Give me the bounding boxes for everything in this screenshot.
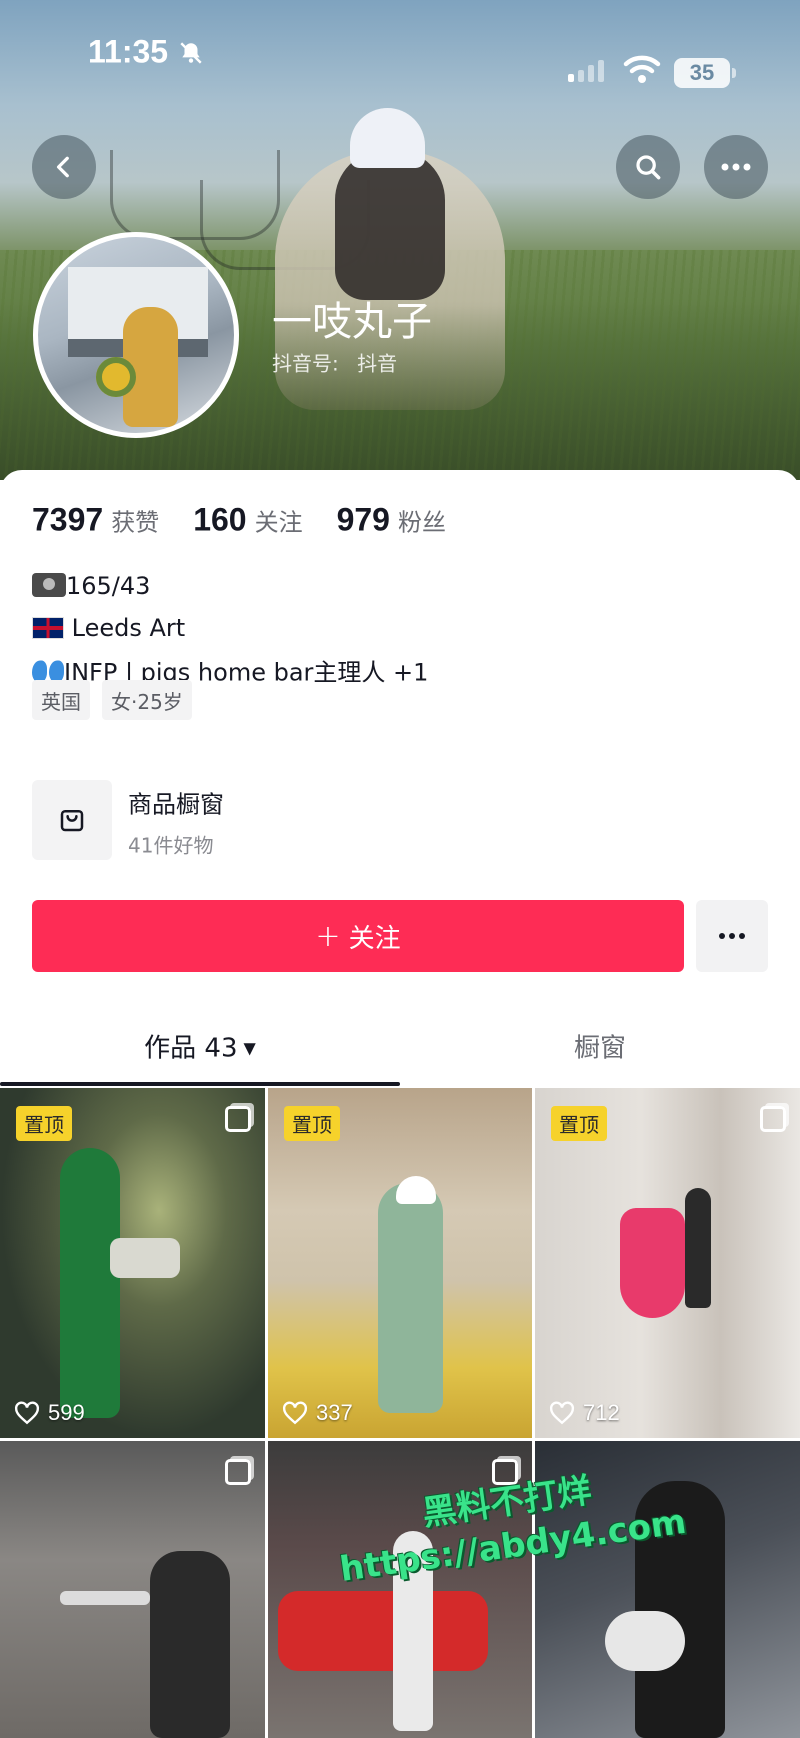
post-tile[interactable]: 置顶 599 bbox=[0, 1088, 265, 1438]
signal-icon bbox=[568, 58, 604, 82]
wifi-icon bbox=[622, 54, 662, 84]
post-likes: 599 bbox=[14, 1400, 85, 1426]
stat-followers-value: 979 bbox=[336, 501, 390, 538]
stat-likes: 7397 获赞 bbox=[32, 502, 159, 539]
plus-icon: + bbox=[315, 918, 341, 954]
shop-bag-icon bbox=[32, 780, 112, 860]
bio-line-2: Leeds Art bbox=[32, 614, 185, 642]
douyin-id-value: 抖音 bbox=[357, 351, 398, 376]
stat-likes-value: 7397 bbox=[32, 501, 104, 538]
more-icon bbox=[721, 163, 751, 171]
stat-following[interactable]: 160 关注 bbox=[193, 502, 302, 539]
heart-icon bbox=[282, 1401, 308, 1425]
stats-row: 7397 获赞 160 关注 979 粉丝 bbox=[32, 502, 480, 539]
battery-indicator: 35 bbox=[674, 58, 736, 88]
search-button[interactable] bbox=[616, 135, 680, 199]
stat-followers[interactable]: 979 粉丝 bbox=[337, 502, 446, 539]
camera-icon bbox=[32, 573, 66, 597]
shop-window-entry[interactable]: 商品橱窗 41件好物 bbox=[32, 780, 592, 862]
douyin-id: 抖音号: 抖音 bbox=[272, 348, 397, 377]
shop-title: 商品橱窗 bbox=[128, 790, 224, 819]
stat-followers-label: 粉丝 bbox=[397, 508, 446, 537]
follow-label: 关注 bbox=[348, 923, 401, 954]
shop-subtitle: 41件好物 bbox=[128, 833, 214, 858]
tag-gender-age: 女·25岁 bbox=[102, 680, 192, 720]
more-icon bbox=[719, 933, 745, 939]
multi-image-icon bbox=[760, 1106, 786, 1132]
status-bar: 11:35 35 bbox=[0, 0, 800, 88]
stat-following-value: 160 bbox=[193, 501, 247, 538]
posts-grid: 置顶 599 置顶 337 置顶 712 bbox=[0, 1088, 800, 1738]
heart-icon bbox=[549, 1401, 575, 1425]
bell-muted-icon bbox=[178, 40, 204, 72]
avatar[interactable] bbox=[33, 232, 239, 438]
profile-tags: 英国 女·25岁 bbox=[32, 680, 192, 720]
post-tile[interactable]: 置顶 712 bbox=[535, 1088, 800, 1438]
douyin-id-label: 抖音号: bbox=[272, 351, 339, 376]
content-tabs: 作品 43 ▼ 橱窗 bbox=[0, 1010, 800, 1088]
pinned-badge: 置顶 bbox=[16, 1106, 72, 1141]
post-likes: 337 bbox=[282, 1400, 353, 1426]
tab-works[interactable]: 作品 43 ▼ bbox=[144, 1028, 256, 1065]
stat-likes-label: 获赞 bbox=[111, 508, 160, 537]
tab-shop-window[interactable]: 橱窗 bbox=[574, 1028, 626, 1065]
tag-location: 英国 bbox=[32, 680, 90, 720]
caret-down-icon: ▼ bbox=[243, 1038, 256, 1058]
pinned-badge: 置顶 bbox=[551, 1106, 607, 1141]
tab-indicator bbox=[0, 1082, 400, 1086]
post-tile[interactable]: 置顶 337 bbox=[268, 1088, 532, 1438]
stat-following-label: 关注 bbox=[254, 508, 303, 537]
heart-icon bbox=[14, 1401, 40, 1425]
search-icon bbox=[636, 155, 661, 180]
back-button[interactable] bbox=[32, 135, 96, 199]
more-options-button[interactable] bbox=[704, 135, 768, 199]
post-tile[interactable] bbox=[0, 1441, 265, 1738]
bio-line-1: 165/43 bbox=[32, 572, 150, 600]
multi-image-icon bbox=[225, 1106, 251, 1132]
status-time: 11:35 bbox=[88, 33, 169, 70]
post-likes: 712 bbox=[549, 1400, 620, 1426]
follow-button[interactable]: + 关注 bbox=[32, 900, 684, 972]
pinned-badge: 置顶 bbox=[284, 1106, 340, 1141]
profile-more-button[interactable] bbox=[696, 900, 768, 972]
nickname: 一吱丸子 bbox=[272, 299, 432, 345]
back-icon bbox=[56, 156, 69, 178]
multi-image-icon bbox=[225, 1459, 251, 1485]
uk-flag-icon bbox=[32, 617, 64, 639]
